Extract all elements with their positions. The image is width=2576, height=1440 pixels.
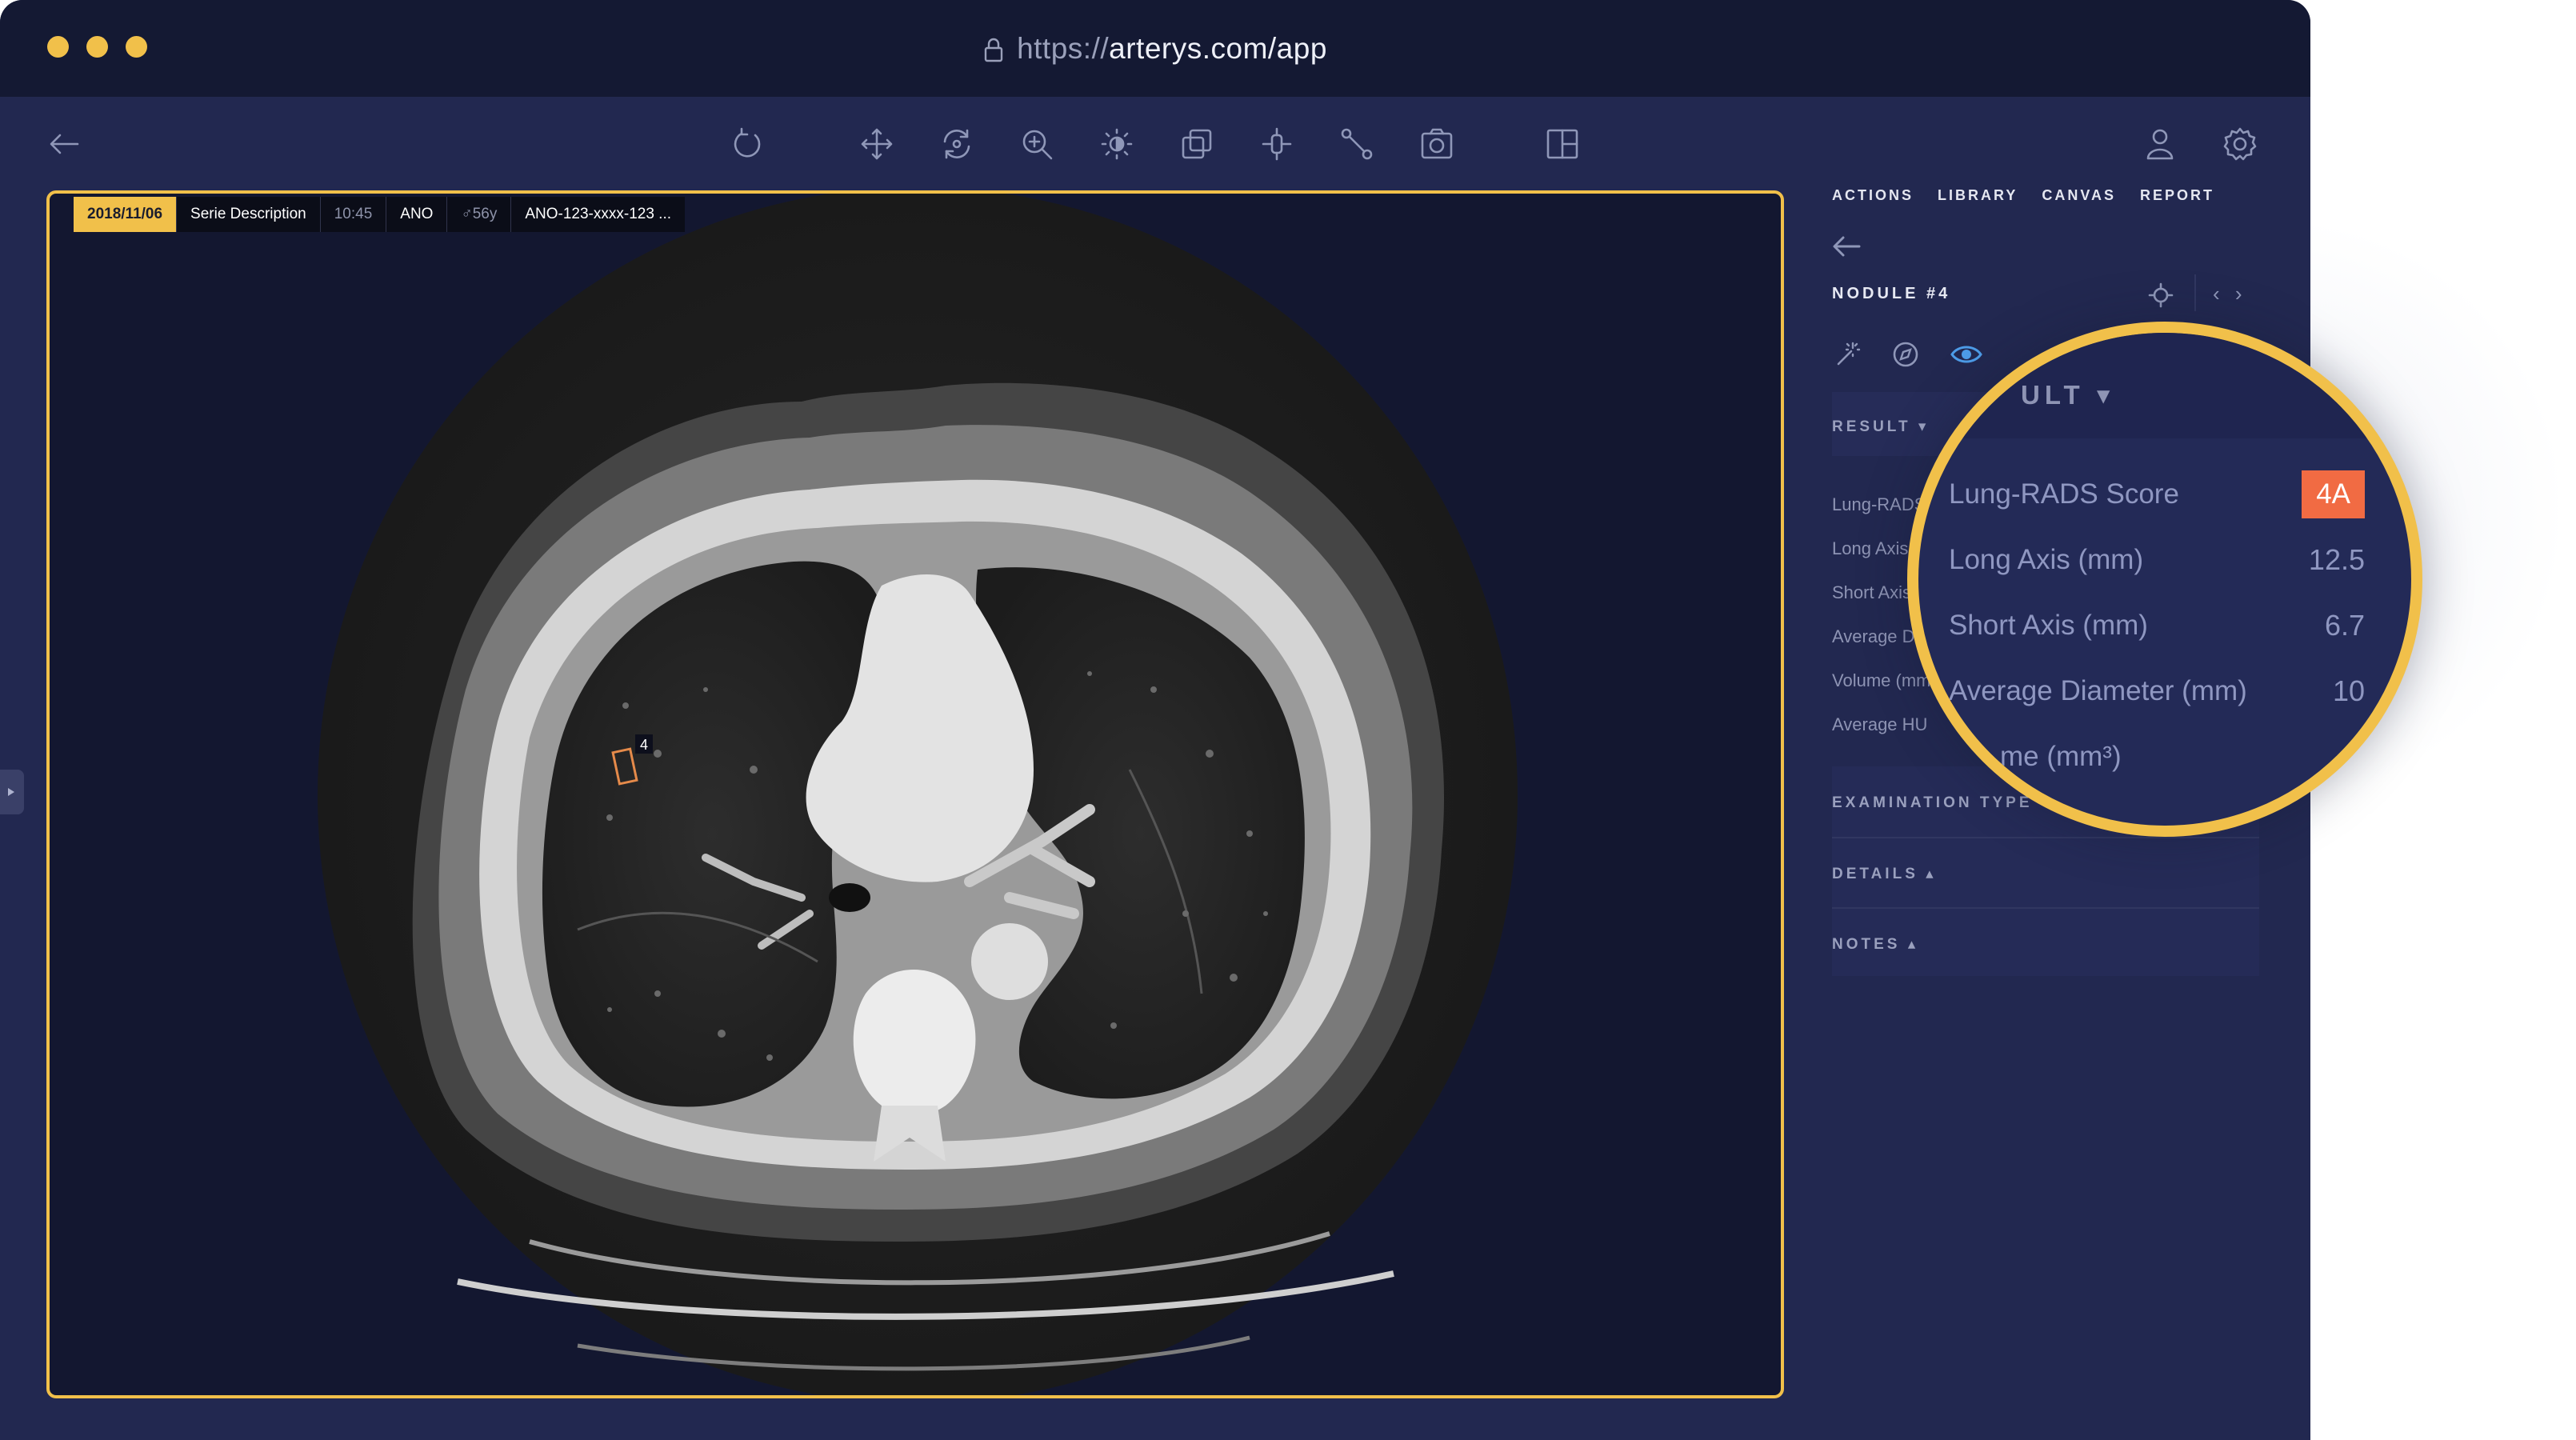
stack-icon[interactable] — [1174, 122, 1219, 166]
compass-icon[interactable] — [1891, 340, 1920, 369]
panel-divider — [2194, 274, 2196, 311]
mag-label: me (mm³) — [2000, 741, 2122, 772]
left-panel-toggle[interactable] — [0, 770, 24, 814]
patient-age: ♂56y — [446, 197, 510, 232]
result-header[interactable]: RESULT ▾ — [1832, 418, 1929, 436]
ct-scan-image: 4 — [318, 194, 1518, 1395]
crosshair-icon[interactable] — [1254, 122, 1299, 166]
panel-back-arrow-icon[interactable] — [1830, 233, 1862, 260]
settings-icon[interactable] — [2218, 122, 2262, 166]
study-date: 2018/11/06 — [74, 197, 177, 232]
tab-canvas[interactable]: CANVAS — [2042, 187, 2116, 204]
address-bar[interactable]: https://arterys.com/app — [0, 0, 2310, 97]
zoom-icon[interactable] — [1014, 122, 1059, 166]
nodule-title: NODULE #4 — [1832, 285, 1951, 302]
mag-label: Short Axis (mm) — [1949, 610, 2148, 641]
nodule-nav-arrows[interactable]: ‹ › — [2213, 282, 2247, 306]
details-header[interactable]: DETAILS ▴ — [1832, 865, 1937, 883]
mag-label: Lung-RADS Score — [1949, 478, 2179, 510]
study-time: 10:45 — [319, 197, 386, 232]
notes-header[interactable]: NOTES ▴ — [1832, 935, 1918, 954]
url-host: arterys.com/app — [1109, 31, 1327, 65]
browser-titlebar: https://arterys.com/app — [0, 0, 2310, 97]
magnifier-row-lung-rads: Lung-RADS Score 4A — [1949, 470, 2365, 518]
result-label-avg-hu: Average HU — [1832, 714, 1928, 734]
tab-actions[interactable]: ACTIONS — [1832, 187, 1914, 204]
snapshot-icon[interactable] — [1414, 122, 1459, 166]
user-icon[interactable] — [2138, 122, 2182, 166]
lung-rads-badge: 4A — [2302, 470, 2365, 518]
section-divider — [1832, 907, 2259, 909]
brightness-icon[interactable] — [1094, 122, 1139, 166]
pan-icon[interactable] — [854, 122, 899, 166]
panel-tab-bar: ACTIONS LIBRARY CANVAS REPORT — [1832, 187, 2214, 204]
sync-icon[interactable] — [934, 122, 979, 166]
magnifier-row-avg-diameter: Average Diameter (mm) 10 — [1949, 667, 2365, 715]
mag-label: Average Diameter (mm) — [1949, 675, 2247, 706]
results-magnifier: ULT ▾ Lung-RADS Score 4A Long Axis (mm) … — [1907, 322, 2422, 837]
url-scheme: https:// — [1017, 31, 1110, 65]
magic-wand-icon[interactable] — [1832, 340, 1861, 369]
mag-value: 6.7 — [2324, 609, 2365, 642]
measure-icon[interactable] — [1334, 122, 1379, 166]
target-icon[interactable] — [2147, 282, 2174, 309]
mag-value: 29 — [2383, 740, 2416, 773]
tab-library[interactable]: LIBRARY — [1938, 187, 2018, 204]
magnifier-row-volume: me (mm³) 29 — [2000, 733, 2416, 781]
magnifier-row-short-axis: Short Axis (mm) 6.7 — [1949, 602, 2365, 650]
patient-name: ANO — [386, 197, 446, 232]
image-viewport[interactable]: 4 2018/11/06 Serie Description 10:45 ANO… — [46, 190, 1784, 1398]
patient-id: ANO-123-xxxx-123 ... — [510, 197, 685, 232]
back-arrow-icon[interactable] — [42, 122, 86, 166]
nodule-number: 4 — [640, 737, 648, 753]
layout-icon[interactable] — [1540, 122, 1585, 166]
mag-value: 12.5 — [2308, 543, 2365, 576]
series-description: Serie Description — [176, 197, 320, 232]
magnifier-row-long-axis: Long Axis (mm) 12.5 — [1949, 536, 2365, 584]
mag-label: Long Axis (mm) — [1949, 544, 2144, 575]
rotate-icon[interactable] — [725, 122, 770, 166]
magnifier-header-bar — [1918, 333, 2411, 438]
magnifier-result-header: ULT ▾ — [2021, 380, 2115, 410]
mag-value: 10 — [2332, 674, 2365, 707]
tab-report[interactable]: REPORT — [2140, 187, 2214, 204]
study-info-bar: 2018/11/06 Serie Description 10:45 ANO ♂… — [74, 197, 686, 232]
section-divider — [1832, 837, 2259, 838]
lock-icon — [983, 36, 1004, 62]
